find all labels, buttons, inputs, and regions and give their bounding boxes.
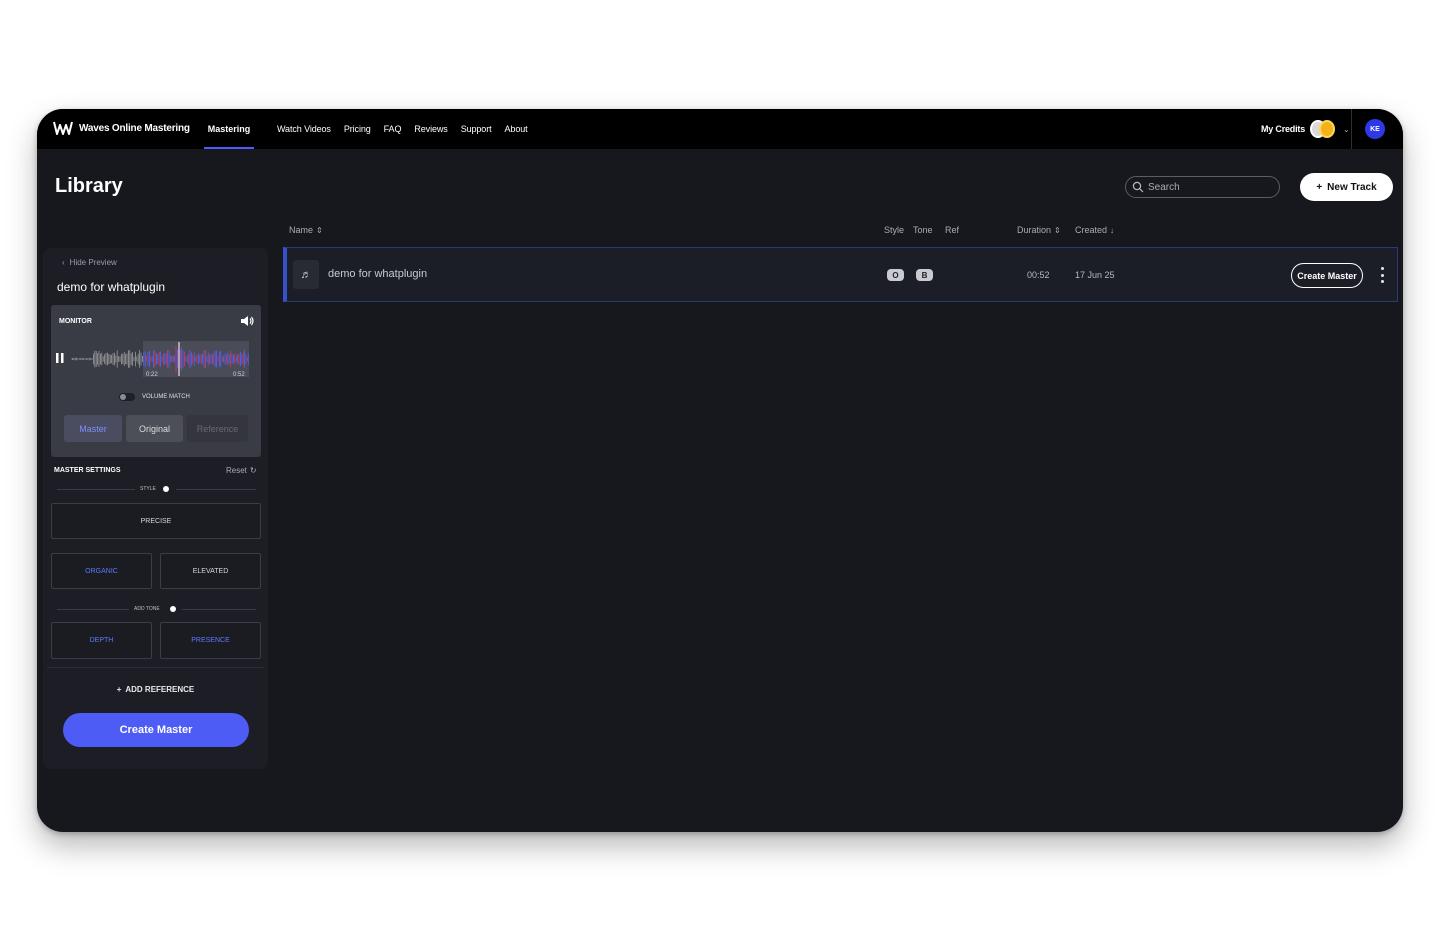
track-duration: 00:52 xyxy=(1027,270,1050,280)
divider-line xyxy=(57,609,129,610)
time-current: 0:22 xyxy=(146,372,158,378)
column-header-duration[interactable]: Duration ⇕ xyxy=(1017,225,1061,235)
brand-name: Waves Online Mastering xyxy=(79,122,190,134)
segment-reference[interactable]: Reference xyxy=(187,415,248,442)
nav-link-reviews[interactable]: Reviews xyxy=(414,124,447,134)
volume-match-label: VOLUME MATCH xyxy=(142,394,190,400)
divider-line xyxy=(182,609,256,610)
divider-line xyxy=(57,489,135,490)
credits-menu[interactable]: My Credits ⌄ xyxy=(1261,120,1350,138)
sort-icon: ⇕ xyxy=(316,225,323,235)
waves-logo-icon xyxy=(53,121,73,135)
preview-track-title: demo for whatplugin xyxy=(57,280,166,294)
column-header-name[interactable]: Name ⇕ xyxy=(289,225,323,235)
coins-icon xyxy=(1310,120,1338,138)
credits-label: My Credits xyxy=(1261,124,1306,134)
column-header-ref-label: Ref xyxy=(945,225,960,235)
nav-links: Watch Videos Pricing FAQ Reviews Support… xyxy=(277,109,528,149)
sort-down-icon: ↓ xyxy=(1110,225,1115,235)
style-option-precise[interactable]: PRECISE xyxy=(51,503,261,539)
avatar[interactable]: KE xyxy=(1365,119,1385,139)
plus-icon: + xyxy=(1316,181,1323,193)
create-master-button[interactable]: Create Master xyxy=(63,713,249,747)
column-header-duration-label: Duration xyxy=(1017,225,1052,235)
panel-divider xyxy=(47,667,264,668)
refresh-icon: ↻ xyxy=(249,466,257,475)
waveform[interactable] xyxy=(71,341,249,377)
style-tag: STYLE xyxy=(140,486,156,492)
nav-divider xyxy=(1351,109,1352,149)
brand[interactable]: Waves Online Mastering xyxy=(53,120,190,136)
nav-tab-mastering[interactable]: Mastering xyxy=(204,109,254,149)
new-track-button[interactable]: + New Track xyxy=(1300,173,1393,201)
track-created: 17 Jun 25 xyxy=(1075,270,1115,280)
more-options-icon[interactable] xyxy=(1375,265,1389,285)
chevron-left-icon: ‹ xyxy=(62,258,65,267)
hide-preview-label: Hide Preview xyxy=(69,258,117,267)
nav-link-watch-videos[interactable]: Watch Videos xyxy=(277,124,331,134)
nav-link-about[interactable]: About xyxy=(505,124,528,134)
monitor-label: MONITOR xyxy=(59,318,92,325)
reset-label: Reset xyxy=(226,466,247,475)
music-note-icon: ♬ xyxy=(293,260,319,289)
reset-button[interactable]: Reset ↻ xyxy=(226,466,257,475)
volume-match-toggle[interactable] xyxy=(119,393,135,401)
row-create-master-button[interactable]: Create Master xyxy=(1291,263,1363,288)
column-header-name-label: Name xyxy=(289,225,314,235)
search-icon xyxy=(1132,181,1144,193)
master-settings-label: MASTER SETTINGS xyxy=(54,467,121,474)
monitor-box: MONITOR 0:22 0:52 VOLUME MATCH Master Or… xyxy=(51,305,261,457)
add-reference-button[interactable]: + ADD REFERENCE xyxy=(43,685,268,694)
column-header-style-label: Style xyxy=(884,225,905,235)
nav-link-faq[interactable]: FAQ xyxy=(384,124,402,134)
table-row[interactable]: ♬ demo for whatplugin O B 00:52 17 Jun 2… xyxy=(283,247,1398,302)
time-total: 0:52 xyxy=(233,372,245,378)
nav-link-support[interactable]: Support xyxy=(461,124,492,134)
tone-option-depth[interactable]: DEPTH xyxy=(51,622,152,659)
top-nav-bar: Waves Online Mastering Mastering Watch V… xyxy=(37,109,1403,149)
tone-option-presence[interactable]: PRESENCE xyxy=(160,622,261,659)
speaker-icon[interactable] xyxy=(240,315,254,327)
column-header-created[interactable]: Created ↓ xyxy=(1075,225,1114,235)
search-box[interactable] xyxy=(1125,176,1280,198)
hide-preview-link[interactable]: ‹ Hide Preview xyxy=(62,258,117,267)
volume-match-row: VOLUME MATCH xyxy=(119,393,190,401)
style-option-organic[interactable]: ORGANIC xyxy=(51,553,152,589)
page-title: Library xyxy=(55,175,123,197)
search-input[interactable] xyxy=(1148,181,1268,193)
style-option-elevated[interactable]: ELEVATED xyxy=(160,553,261,589)
preview-panel: ‹ Hide Preview demo for whatplugin MONIT… xyxy=(43,248,268,769)
column-header-style: Style xyxy=(884,225,904,235)
info-icon[interactable] xyxy=(170,606,176,612)
style-badge: O xyxy=(887,269,904,281)
chevron-down-icon: ⌄ xyxy=(1343,124,1350,134)
segment-master[interactable]: Master xyxy=(64,415,122,442)
plus-icon: + xyxy=(116,685,122,694)
nav-link-pricing[interactable]: Pricing xyxy=(344,124,371,134)
info-icon[interactable] xyxy=(163,486,169,492)
column-header-tone-label: Tone xyxy=(913,225,933,235)
app-window: Waves Online Mastering Mastering Watch V… xyxy=(37,109,1403,832)
divider-line xyxy=(176,489,256,490)
tone-badge: B xyxy=(916,269,933,281)
pause-icon[interactable] xyxy=(56,353,64,363)
column-header-tone: Tone xyxy=(913,225,933,235)
column-header-created-label: Created xyxy=(1075,225,1108,235)
add-tone-tag: ADD TONE xyxy=(134,606,160,612)
column-header-ref: Ref xyxy=(945,225,959,235)
new-track-label: New Track xyxy=(1327,181,1377,193)
segment-original[interactable]: Original xyxy=(126,415,183,442)
add-reference-label: ADD REFERENCE xyxy=(125,685,195,694)
track-name: demo for whatplugin xyxy=(328,268,428,280)
sort-icon: ⇕ xyxy=(1054,225,1061,235)
